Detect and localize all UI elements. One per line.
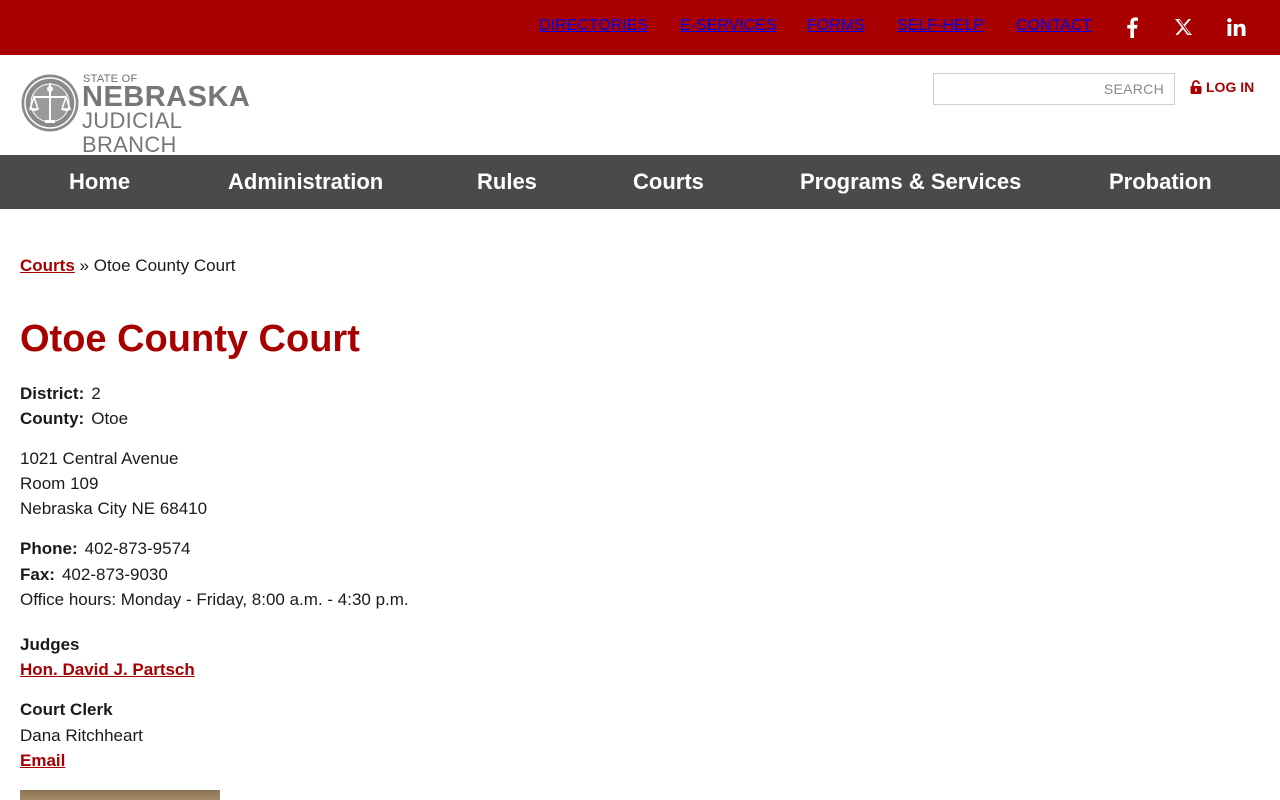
fax-value: 402-873-9030 [61,565,168,584]
county-row: County: Otoe [20,409,128,429]
judges-heading: Judges [20,635,80,654]
nav-probation[interactable]: Probation [1109,169,1212,195]
county-label: County: [20,409,85,428]
page-title: Otoe County Court [20,318,360,360]
top-utility-bar: DIRECTORIES E-SERVICES FORMS SELF-HELP C… [0,0,1280,55]
forms-link[interactable]: FORMS [807,17,865,35]
nav-programs-services[interactable]: Programs & Services [800,169,1021,195]
nav-rules[interactable]: Rules [477,169,537,195]
judge-link[interactable]: Hon. David J. Partsch [20,660,195,680]
main-navigation: Home Administration Rules Courts Program… [0,155,1280,209]
self-help-link[interactable]: SELF-HELP [897,17,984,35]
login-link[interactable]: LOG IN [1189,79,1254,95]
linkedin-icon[interactable] [1225,16,1247,38]
breadcrumb-courts-link[interactable]: Courts [20,256,75,275]
county-value: Otoe [91,409,129,428]
nav-administration[interactable]: Administration [228,169,383,195]
search-input[interactable] [933,73,1175,105]
logo-judicial-branch: JUDICIAL BRANCH [82,108,182,157]
fax-row: Fax: 402-873-9030 [20,565,168,585]
facebook-icon[interactable] [1121,16,1143,38]
fax-label: Fax: [20,565,55,584]
state-seal-icon [21,74,79,132]
email-link[interactable]: Email [20,751,65,771]
district-label: District: [20,384,85,403]
court-clerk-heading: Court Clerk [20,700,113,719]
phone-label: Phone: [20,539,78,558]
login-label: LOG IN [1206,79,1255,95]
court-clerk-name: Dana Ritchheart [20,726,143,745]
phone-row: Phone: 402-873-9574 [20,539,190,559]
e-services-link[interactable]: E-SERVICES [680,17,777,35]
breadcrumb-current: Otoe County Court [93,256,236,275]
nav-courts[interactable]: Courts [633,169,704,195]
phone-value: 402-873-9574 [84,539,191,558]
district-row: District: 2 [20,384,101,404]
nav-home[interactable]: Home [69,169,130,195]
directories-link[interactable]: DIRECTORIES [539,17,648,35]
breadcrumb-separator: » [79,256,89,275]
address-line-3: Nebraska City NE 68410 [20,499,208,518]
contact-link[interactable]: CONTACT [1016,17,1092,35]
address-line-2: Room 109 [20,474,99,493]
breadcrumb: Courts » Otoe County Court [20,256,235,276]
site-logo[interactable]: STATE OF NEBRASKA JUDICIAL BRANCH [20,72,280,157]
address-line-1: 1021 Central Avenue [20,449,179,468]
district-value: 2 [91,384,101,403]
unlock-icon [1190,80,1202,94]
office-hours: Office hours: Monday - Friday, 8:00 a.m.… [20,590,409,609]
courthouse-photo [20,790,220,800]
x-twitter-icon[interactable] [1172,16,1194,38]
